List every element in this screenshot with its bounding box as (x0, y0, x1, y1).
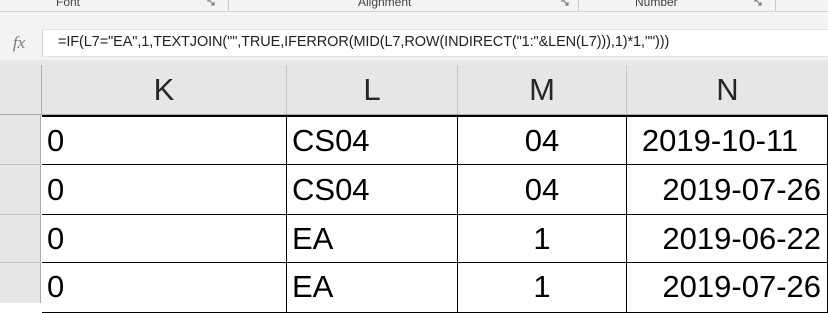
ribbon-group-alignment-label: Alignment (358, 0, 412, 9)
cell-n-row3[interactable]: 2019-06-22 (627, 215, 828, 263)
column-header-n[interactable]: N (627, 65, 828, 114)
column-header-k[interactable]: K (42, 65, 287, 114)
insert-function-button[interactable]: fx (0, 29, 38, 57)
ribbon-separator (775, 0, 776, 11)
alignment-dialog-launcher-icon[interactable] (561, 0, 570, 7)
cell-m-row4[interactable]: 1 (458, 263, 627, 313)
font-dialog-launcher-icon[interactable] (207, 0, 216, 7)
cell-k-row3[interactable]: 0 (42, 215, 287, 263)
cell-l-row2[interactable]: CS04 (287, 165, 458, 215)
formula-input[interactable]: =IF(L7="EA",1,TEXTJOIN("",TRUE,IFERROR(M… (42, 29, 828, 57)
ribbon-group-number-label: Number (635, 0, 678, 9)
column-header-l[interactable]: L (287, 65, 458, 114)
cell-n-row4[interactable]: 2019-07-26 (627, 263, 828, 313)
column-header-m[interactable]: M (458, 65, 627, 114)
cell-m-row2[interactable]: 04 (458, 165, 627, 215)
ribbon-group-font-label: Font (56, 0, 81, 9)
spreadsheet-grid: K L M N 0 CS04 04 2019-10-11 0 CS04 04 2… (0, 65, 828, 313)
ribbon-group-labels: Font Alignment Number (0, 0, 828, 12)
formula-bar: fx =IF(L7="EA",1,TEXTJOIN("",TRUE,IFERRO… (0, 12, 828, 60)
cell-k-row2[interactable]: 0 (42, 165, 287, 215)
column-header-row: K L M N (0, 65, 828, 115)
cell-l-row4[interactable]: EA (287, 263, 458, 313)
cell-k-row1[interactable]: 0 (42, 117, 287, 165)
row-header[interactable] (0, 115, 41, 165)
cell-l-row3[interactable]: EA (287, 215, 458, 263)
row-header[interactable] (0, 263, 41, 303)
ribbon-separator (578, 0, 579, 11)
fx-icon: fx (12, 33, 26, 52)
row-header[interactable] (0, 215, 41, 263)
ribbon-separator (228, 0, 229, 11)
select-all-corner[interactable] (0, 65, 42, 114)
cell-m-row1[interactable]: 04 (458, 117, 627, 165)
row-header[interactable] (0, 165, 41, 215)
cell-m-row3[interactable]: 1 (458, 215, 627, 263)
cell-k-row4[interactable]: 0 (42, 263, 287, 313)
number-dialog-launcher-icon[interactable] (754, 0, 763, 7)
cell-n-row1[interactable]: 2019-10-11 (627, 117, 828, 165)
cell-n-row2[interactable]: 2019-07-26 (627, 165, 828, 215)
cell-l-row1[interactable]: CS04 (287, 117, 458, 165)
formula-text: =IF(L7="EA",1,TEXTJOIN("",TRUE,IFERROR(M… (58, 34, 670, 50)
